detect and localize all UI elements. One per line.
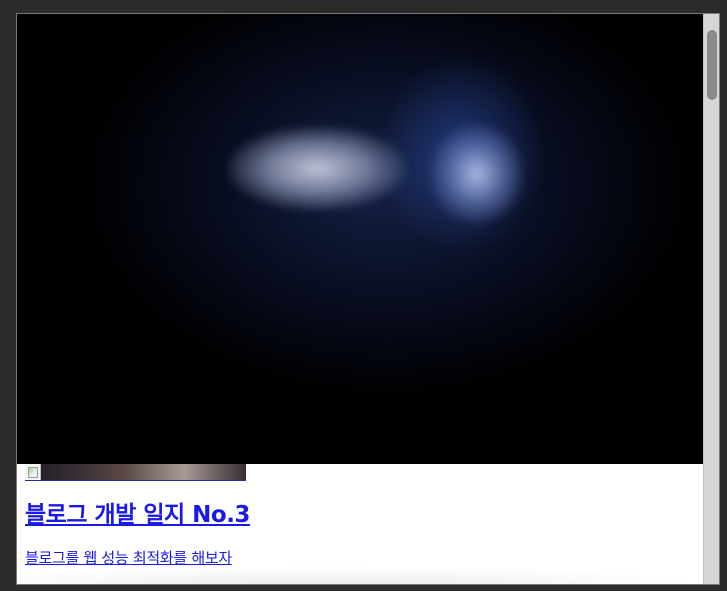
browser-viewport-frame: 블로그 개발 일지 No.3 블로그를 웹 성능 최적화를 해보자 — [16, 13, 720, 585]
post-title-link[interactable]: 블로그 개발 일지 No.3 — [25, 495, 250, 529]
post-description-link[interactable]: 블로그를 웹 성능 최적화를 해보자 — [25, 547, 232, 568]
scrollbar-thumb[interactable] — [707, 30, 717, 100]
hero-glow — [87, 14, 687, 394]
bottom-shadow — [17, 566, 703, 584]
hero-light-right — [429, 124, 524, 224]
hero-light-left — [227, 126, 407, 211]
vertical-scrollbar[interactable] — [703, 14, 719, 584]
post-thumbnail-link[interactable] — [25, 464, 246, 481]
page-viewport: 블로그 개발 일지 No.3 블로그를 웹 성능 최적화를 해보자 — [17, 14, 703, 584]
hero-image — [17, 14, 703, 464]
broken-image-icon — [25, 464, 41, 480]
